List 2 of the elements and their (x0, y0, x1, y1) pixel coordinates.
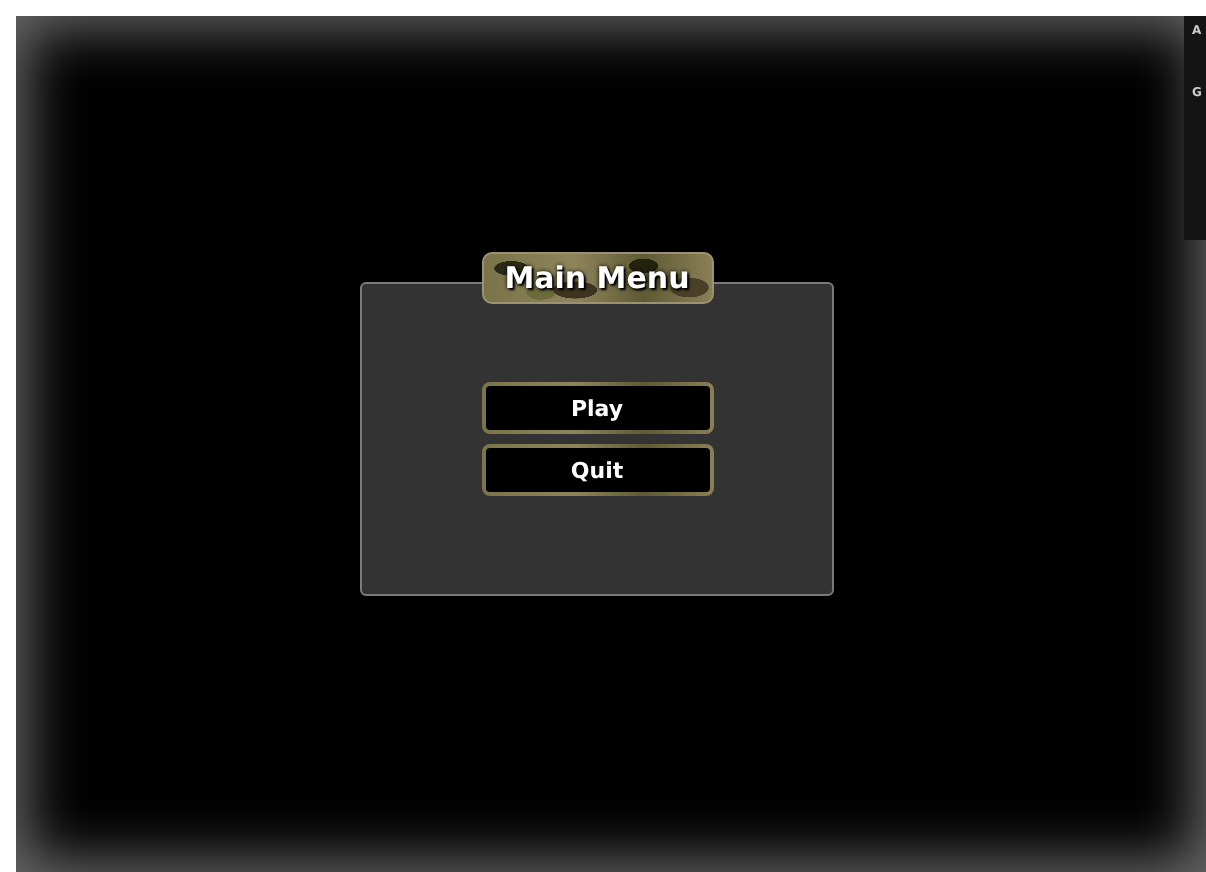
menu-button[interactable]: Play (481, 382, 713, 434)
menu-button[interactable]: Quit (481, 444, 713, 496)
